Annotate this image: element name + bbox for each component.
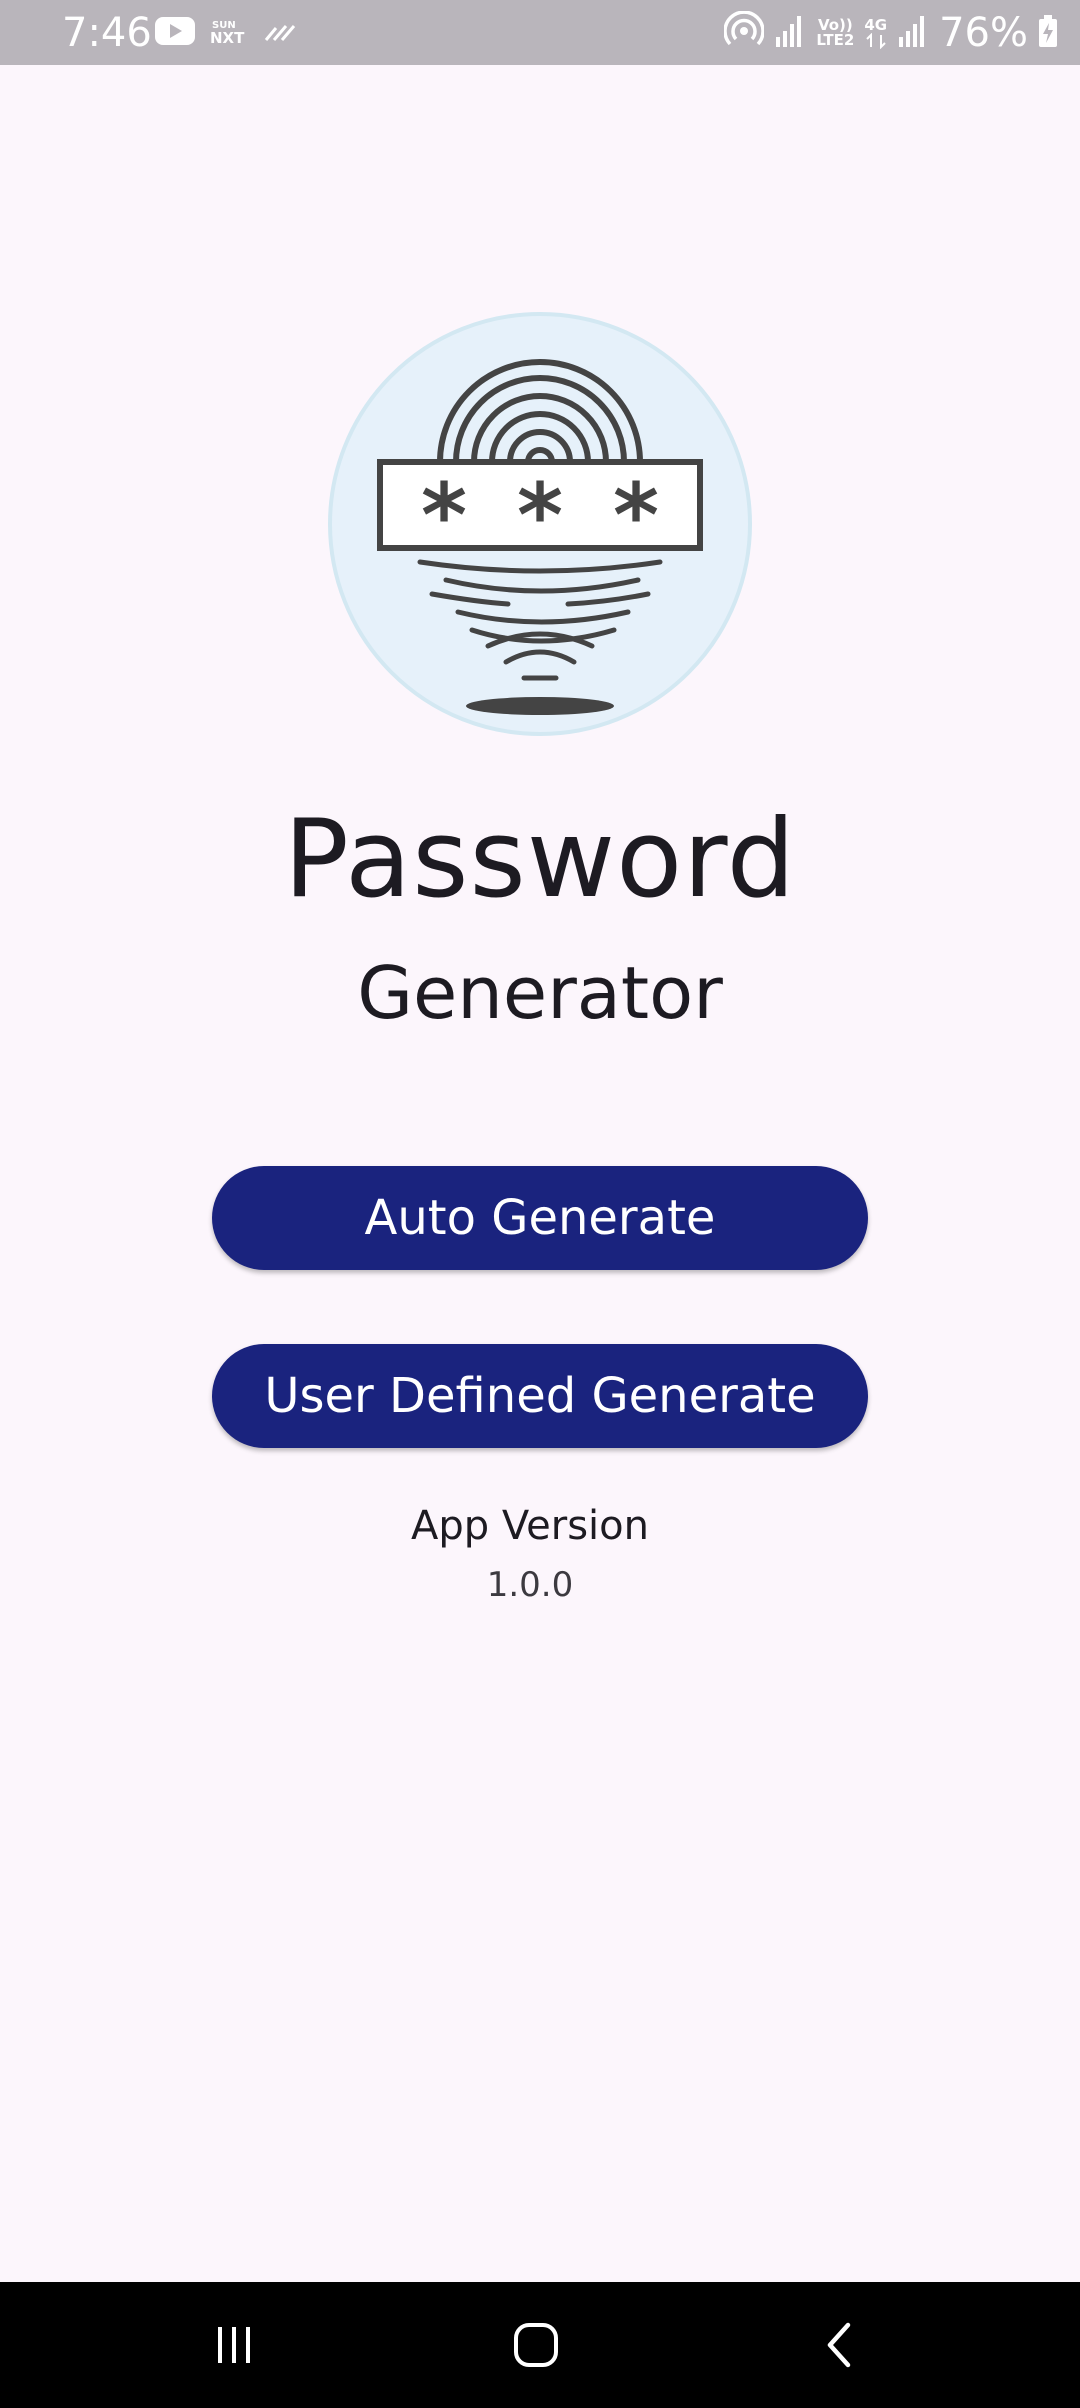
status-bar: 7:46 SUN NXT Vo)) LTE2 4G 76% xyxy=(0,0,1080,65)
sun-nxt-icon: SUN NXT xyxy=(210,16,248,51)
battery-percent: 76% xyxy=(939,10,1028,56)
svg-text:*: * xyxy=(421,464,467,567)
app-version-label: App Version xyxy=(411,1503,649,1549)
signal-icon-2 xyxy=(897,13,929,54)
signal-icon xyxy=(774,13,806,54)
missed-signal-icon xyxy=(262,16,296,51)
hotspot-icon xyxy=(723,9,766,56)
lte-label: LTE2 xyxy=(816,31,855,49)
network-type-label: 4G xyxy=(864,15,888,34)
volte-icon: Vo)) LTE2 xyxy=(816,18,854,48)
status-right: Vo)) LTE2 4G 76% xyxy=(723,8,1058,58)
status-left-icons: SUN NXT xyxy=(154,16,296,51)
svg-text:*: * xyxy=(613,464,659,567)
app-version-value: 1.0.0 xyxy=(486,1565,574,1605)
screen: 7:46 SUN NXT Vo)) LTE2 4G 76% * * * Pass… xyxy=(0,0,1080,2408)
app-subtitle: Generator xyxy=(357,951,723,1035)
back-icon[interactable] xyxy=(800,2312,880,2378)
fingerprint-password-icon: * * * xyxy=(328,312,752,736)
user-defined-generate-button[interactable]: User Defined Generate xyxy=(212,1344,868,1448)
navigation-bar xyxy=(0,2282,1080,2408)
youtube-icon xyxy=(154,16,196,51)
battery-charging-icon xyxy=(1038,14,1058,53)
home-icon[interactable] xyxy=(496,2312,576,2378)
network-type: 4G xyxy=(864,15,888,49)
auto-generate-button[interactable]: Auto Generate xyxy=(212,1166,868,1270)
app-title: Password xyxy=(283,797,797,922)
data-arrows-icon xyxy=(866,32,886,49)
recents-icon[interactable] xyxy=(194,2312,274,2378)
svg-text:*: * xyxy=(517,464,563,567)
status-time: 7:46 xyxy=(62,10,152,56)
svg-text:NXT: NXT xyxy=(210,29,245,46)
